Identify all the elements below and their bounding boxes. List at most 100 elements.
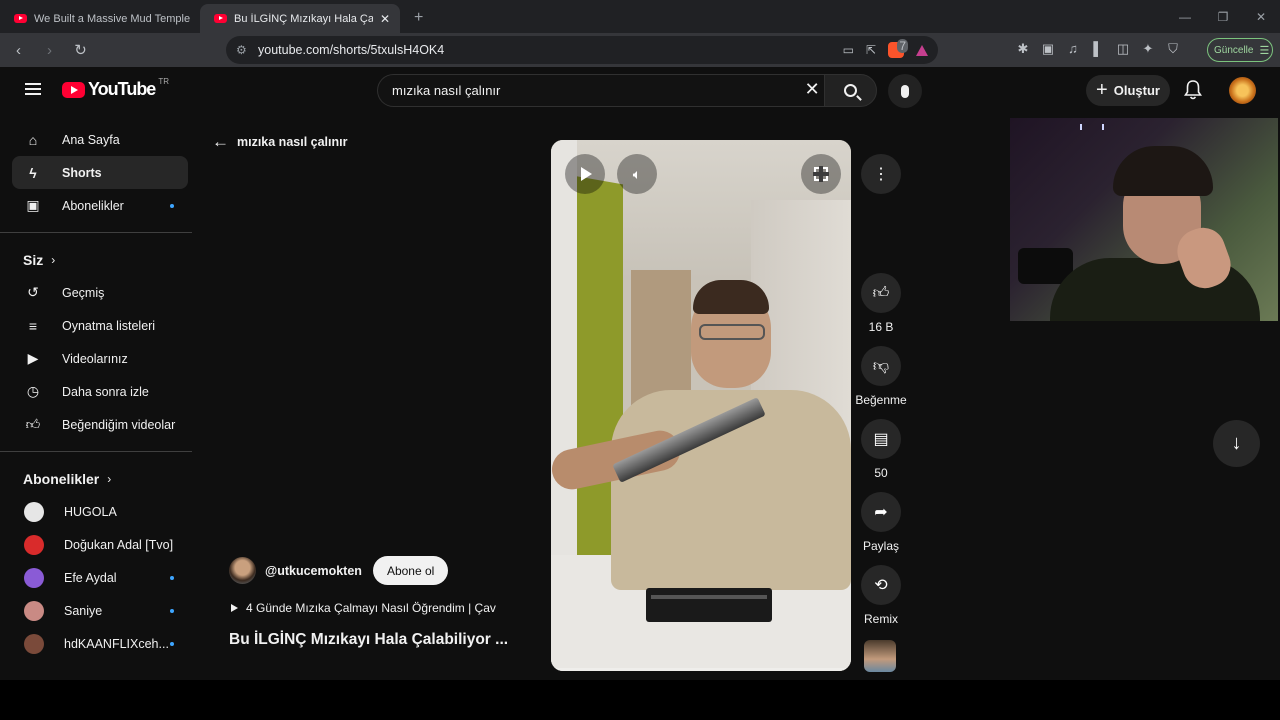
arrow-down-icon: ↓ (1231, 432, 1242, 454)
play-button[interactable] (565, 154, 605, 194)
channel-handle[interactable]: @utkucemokten (265, 564, 362, 578)
shorts-video-player[interactable]: 🔈︎ (551, 140, 851, 671)
music-icon[interactable]: ♫ (1066, 41, 1080, 57)
sidebar-toggle-icon[interactable]: ▌ (1091, 41, 1105, 57)
sidebar-item-shorts[interactable]: ϟ Shorts (12, 156, 188, 189)
youtube-masthead: YouTube TR mızıka nasıl çalınır ✕ + Oluş… (0, 67, 1280, 115)
video-progress-bar[interactable] (551, 668, 851, 671)
brave-rewards-icon[interactable] (916, 44, 928, 56)
your-videos-icon: ▶ (27, 350, 39, 366)
mute-button[interactable]: 🔈︎ (617, 154, 657, 194)
account-avatar[interactable] (1229, 77, 1256, 104)
voice-search-button[interactable] (888, 74, 922, 108)
hamburger-menu-icon[interactable] (25, 83, 41, 95)
sidebar-section-title: Siz (23, 251, 44, 268)
screenshot-icon[interactable]: ▣ (1041, 41, 1055, 57)
sidebar-channel-dogukan-adal[interactable]: Doğukan Adal [Tvo] (12, 528, 188, 561)
fullscreen-icon (813, 166, 829, 182)
like-button[interactable]: 👍︎ (861, 273, 901, 313)
sidebar-divider (0, 451, 192, 452)
tab-harmonica-short[interactable]: Bu İLGİNÇ Mızıkayı Hala Çalabili ✕ (200, 4, 400, 33)
remix-action[interactable]: ⟲ Remix (853, 565, 909, 626)
sidebar-item-subscriptions[interactable]: ▣ Abonelikler (12, 189, 188, 222)
create-button[interactable]: + Oluştur (1086, 75, 1170, 106)
sidebar-channel-hdkaanflix[interactable]: hdKAANFLIXceh... (12, 627, 188, 660)
wallet-icon[interactable]: ◫ (1116, 41, 1130, 57)
sidebar-item-your-videos[interactable]: ▶ Videolarınız (12, 342, 188, 375)
sidebar-subscriptions-header[interactable]: Abonelikler › (12, 462, 188, 495)
create-label: Oluştur (1113, 83, 1160, 98)
sidebar-item-label: Shorts (62, 165, 102, 180)
dislike-action[interactable]: 👎︎ Beğenme (853, 346, 909, 407)
sidebar-item-watch-later[interactable]: ◷ Daha sonra izle (12, 375, 188, 408)
webcam-background-lights (1080, 124, 1104, 130)
next-short-button[interactable]: ↓ (1213, 420, 1260, 467)
comments-button[interactable]: ▤ (861, 419, 901, 459)
tab-mud-temple[interactable]: We Built a Massive Mud Temple Hou (0, 4, 200, 33)
close-window-icon[interactable]: ✕ (1242, 10, 1280, 24)
back-to-search[interactable]: ← mızıka nasıl çalınır (212, 132, 347, 152)
thumbs-down-icon: 👎︎ (872, 357, 890, 375)
site-info-icon[interactable]: ⚙ (236, 43, 256, 57)
webcam-overlay (1010, 118, 1278, 321)
maximize-icon[interactable]: ❐ (1204, 10, 1242, 24)
sidebar-channel-saniye[interactable]: Saniye (12, 594, 188, 627)
channel-row: @utkucemokten Abone ol (229, 556, 449, 585)
back-nav-icon[interactable]: ‹ (6, 42, 31, 59)
sidebar-item-label: Daha sonra izle (62, 384, 149, 399)
home-icon: ⌂ (28, 131, 38, 148)
channel-avatar (24, 633, 44, 654)
cast-icon[interactable]: ▭ (843, 43, 854, 57)
tab-title: We Built a Massive Mud Temple Hou (34, 12, 190, 25)
arrow-left-icon: ← (212, 132, 229, 151)
close-tab-icon[interactable]: ✕ (380, 12, 390, 26)
vpn-icon[interactable]: ⛉ (1166, 41, 1180, 57)
sidebar-item-liked-videos[interactable]: 👍︎ Beğendiğim videolar (12, 408, 188, 441)
sidebar-channel-efe-aydal[interactable]: Efe Aydal (12, 561, 188, 594)
search-query-text: mızıka nasıl çalınır (392, 83, 501, 98)
related-video-link[interactable]: 4 Günde Mızıka Çalmayı Nasıl Öğrendim | … (231, 601, 496, 615)
search-box: mızıka nasıl çalınır ✕ (377, 74, 877, 107)
clear-search-icon[interactable]: ✕ (805, 79, 820, 100)
play-icon (581, 167, 592, 181)
remix-button[interactable]: ⟲ (861, 565, 901, 605)
sidebar-item-playlists[interactable]: ≡ Oynatma listeleri (12, 309, 188, 342)
liked-videos-icon: 👍︎ (25, 416, 41, 432)
short-title[interactable]: Bu İLGİNÇ Mızıkayı Hala Çalabiliyor ... (229, 631, 508, 649)
like-action[interactable]: 👍︎ 16 B (853, 273, 909, 334)
update-button[interactable]: Güncelle ☰ (1207, 38, 1273, 62)
country-code: TR (158, 77, 169, 86)
notifications-bell-icon[interactable] (1184, 80, 1202, 100)
search-input[interactable]: mızıka nasıl çalınır ✕ (377, 74, 824, 107)
new-tab-icon[interactable]: + (414, 9, 423, 27)
url-text[interactable]: youtube.com/shorts/5txulsH4OK4 (258, 43, 843, 57)
search-button[interactable] (823, 74, 877, 107)
fullscreen-button[interactable] (801, 154, 841, 194)
youtube-logo[interactable]: YouTube TR (62, 77, 169, 100)
address-bar[interactable]: ⚙ youtube.com/shorts/5txulsH4OK4 ▭ ⇱ 7 (226, 36, 938, 64)
logo-wordmark: YouTube (88, 79, 156, 99)
share-button[interactable]: ➦ (861, 492, 901, 532)
reload-icon[interactable]: ↻ (68, 41, 93, 59)
comments-action[interactable]: ▤ 50 (853, 419, 909, 480)
more-options-button[interactable]: ⋮ (861, 154, 901, 194)
leo-ai-icon[interactable]: ✦ (1141, 41, 1155, 57)
minimize-icon[interactable]: — (1166, 10, 1204, 24)
channel-avatar[interactable] (229, 557, 256, 584)
sidebar-item-home[interactable]: ⌂ Ana Sayfa (12, 123, 188, 156)
video-frame-hair (693, 280, 769, 314)
share-action[interactable]: ➦ Paylaş (853, 492, 909, 553)
dislike-button[interactable]: 👎︎ (861, 346, 901, 386)
forward-nav-icon[interactable]: › (37, 42, 62, 59)
sidebar-item-history[interactable]: ↺ Geçmiş (12, 276, 188, 309)
extensions-icon[interactable]: ✱ (1016, 41, 1030, 57)
subscribe-button[interactable]: Abone ol (372, 556, 449, 585)
sound-source-thumbnail[interactable] (864, 640, 896, 672)
sidebar-channel-hugola[interactable]: HUGOLA (12, 495, 188, 528)
extension-icons: ✱ ▣ ♫ ▌ ◫ ✦ ⛉ (1016, 41, 1180, 57)
brave-shields-icon[interactable]: 7 (888, 39, 908, 58)
subscriptions-icon: ▣ (26, 197, 40, 213)
share-page-icon[interactable]: ⇱ (866, 43, 876, 57)
thumbs-up-icon: 👍︎ (872, 284, 890, 302)
sidebar-you-header[interactable]: Siz › (12, 243, 188, 276)
